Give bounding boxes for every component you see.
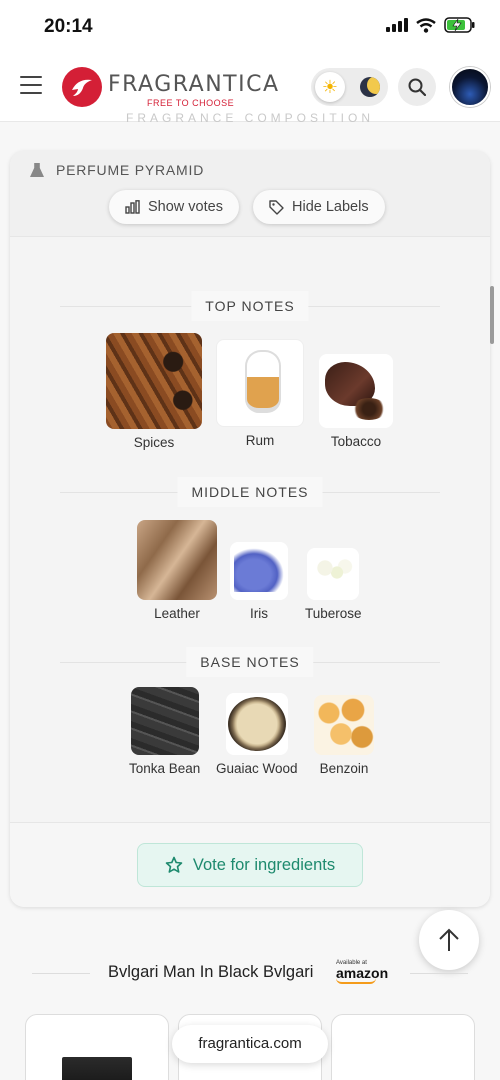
status-bar: 20:14 — [0, 0, 500, 50]
note-spices[interactable]: Spices — [106, 333, 202, 450]
battery-charging-icon — [444, 17, 475, 33]
note-name: Iris — [250, 606, 268, 621]
pyramid-card-footer: Vote for ingredients — [10, 822, 490, 907]
search-button[interactable] — [398, 68, 436, 106]
search-icon — [408, 78, 426, 96]
hamburger-menu-icon[interactable] — [20, 76, 42, 94]
status-time: 20:14 — [44, 16, 93, 37]
star-icon — [165, 856, 183, 873]
product-card[interactable] — [331, 1014, 475, 1080]
page-scrollbar[interactable] — [490, 286, 494, 344]
top-notes-heading: TOP NOTES — [10, 291, 490, 321]
fragrantica-logo-icon[interactable] — [62, 67, 102, 107]
sun-icon: ☀ — [315, 72, 345, 102]
amazon-wordmark: amazon — [336, 965, 389, 981]
base-notes-label: BASE NOTES — [186, 647, 314, 677]
vote-for-ingredients-button[interactable]: Vote for ingredients — [137, 843, 363, 887]
perfume-pyramid-card: PERFUME PYRAMID Show votes Hide Labels T… — [10, 151, 490, 907]
spices-image — [106, 333, 202, 429]
note-name: Tobacco — [330, 434, 382, 449]
benzoin-image — [314, 695, 374, 755]
base-notes-heading: BASE NOTES — [10, 647, 490, 677]
tag-icon — [269, 199, 284, 215]
show-votes-button[interactable]: Show votes — [109, 190, 239, 224]
notes-area: TOP NOTES Spices Rum Tobacco MIDDLE NOTE… — [10, 237, 490, 822]
amazon-logo[interactable]: Available at amazon — [336, 960, 388, 984]
amazon-section-header: Bvlgari Man In Black Bvlgari Available a… — [0, 956, 500, 990]
note-iris[interactable]: Iris — [230, 542, 288, 621]
middle-notes-label: MIDDLE NOTES — [177, 477, 323, 507]
note-rum[interactable]: Rum — [216, 339, 304, 448]
note-tuberose[interactable]: Tuberose — [305, 548, 362, 621]
note-tonka-bean[interactable]: Tonka Bean — [129, 687, 200, 776]
tonka-bean-image — [130, 687, 199, 755]
browser-domain-pill[interactable]: fragrantica.com — [172, 1025, 328, 1063]
note-tobacco[interactable]: Tobacco — [319, 354, 393, 449]
product-card[interactable] — [25, 1014, 169, 1080]
note-benzoin[interactable]: Benzoin — [314, 695, 374, 776]
note-name: Tonka Bean — [129, 761, 201, 776]
note-name: Tuberose — [305, 606, 362, 621]
section-heading-faded: FRAGRANCE COMPOSITION — [125, 111, 374, 125]
hide-labels-label: Hide Labels — [292, 199, 369, 215]
note-name: Rum — [245, 433, 275, 448]
moon-icon — [360, 77, 380, 97]
rum-image — [216, 339, 304, 427]
user-avatar[interactable] — [450, 67, 490, 107]
arrow-up-icon — [439, 928, 459, 951]
note-name: Leather — [154, 606, 200, 621]
guaiac-wood-image — [225, 693, 288, 755]
product-image — [62, 1057, 132, 1080]
pyramid-card-header: PERFUME PYRAMID Show votes Hide Labels — [10, 151, 490, 237]
bar-chart-icon — [125, 200, 140, 214]
iris-image — [230, 542, 288, 600]
vote-button-label: Vote for ingredients — [192, 855, 336, 874]
hide-labels-button[interactable]: Hide Labels — [253, 190, 385, 224]
flask-icon — [30, 163, 44, 177]
note-guaiac-wood[interactable]: Guaiac Wood — [216, 693, 298, 776]
tuberose-image — [307, 548, 360, 600]
pyramid-title-label: PERFUME PYRAMID — [56, 162, 205, 178]
logo-tagline: FREE TO CHOOSE — [147, 98, 235, 108]
pyramid-title: PERFUME PYRAMID — [30, 162, 204, 178]
note-name: Guaiac Wood — [216, 761, 298, 776]
top-notes-label: TOP NOTES — [191, 291, 309, 321]
note-leather[interactable]: Leather — [137, 520, 217, 621]
note-name: Spices — [133, 435, 175, 450]
note-name: Benzoin — [319, 761, 369, 776]
middle-notes-heading: MIDDLE NOTES — [10, 477, 490, 507]
leather-image — [137, 520, 217, 600]
status-icons — [386, 17, 476, 33]
wifi-icon — [416, 17, 436, 33]
logo-wordmark[interactable]: FRAGRANTICA — [108, 72, 280, 97]
theme-toggle[interactable]: ☀ — [311, 68, 388, 106]
cellular-signal-icon — [386, 18, 408, 32]
show-votes-label: Show votes — [148, 199, 223, 215]
tobacco-image — [319, 354, 393, 428]
amazon-product-title: Bvlgari Man In Black Bvlgari — [108, 963, 314, 981]
